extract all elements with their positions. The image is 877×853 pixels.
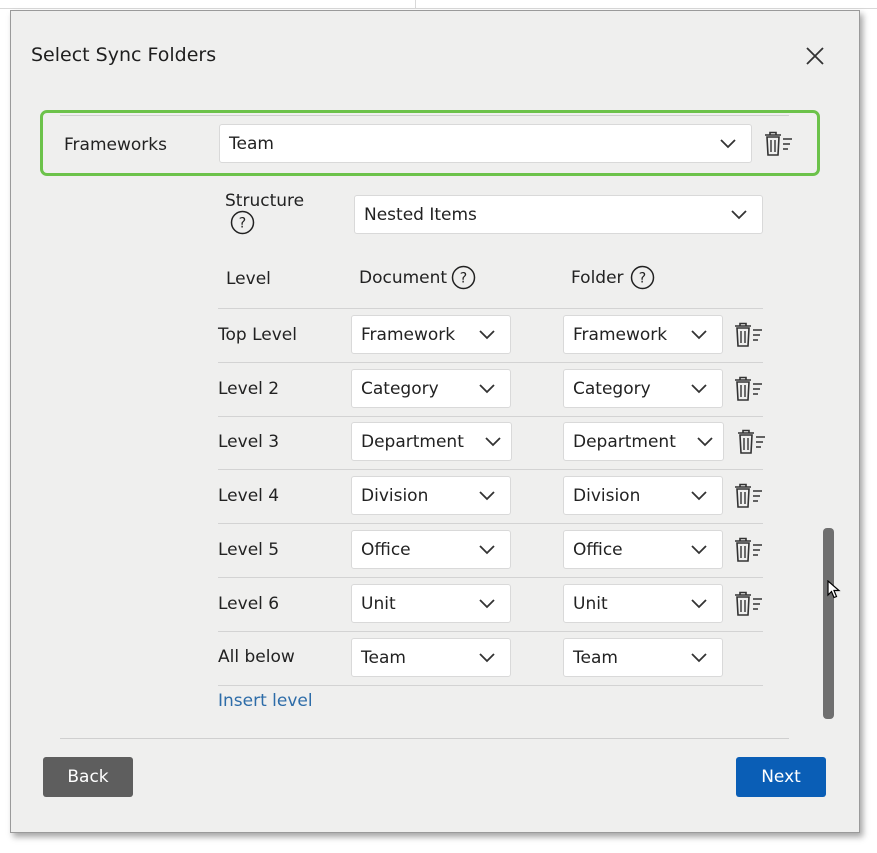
- document-level-value: Department: [361, 432, 464, 452]
- background-line: [415, 0, 416, 9]
- document-level-select[interactable]: Team: [351, 638, 511, 677]
- level-name: Level 4: [218, 486, 280, 506]
- delete-level-icon[interactable]: [733, 591, 763, 617]
- delete-framework-icon[interactable]: [763, 131, 793, 157]
- document-level-select[interactable]: Category: [351, 369, 511, 408]
- framework-select-value: Team: [229, 134, 274, 154]
- row-divider: [218, 469, 763, 470]
- chevron-down-icon: [485, 437, 501, 447]
- chevron-down-icon: [691, 384, 707, 394]
- svg-text:?: ?: [639, 271, 646, 287]
- delete-level-icon[interactable]: [733, 376, 763, 402]
- row-divider: [218, 416, 763, 417]
- svg-text:?: ?: [239, 216, 246, 232]
- divider: [60, 738, 789, 739]
- folder-column-header: Folder: [571, 268, 624, 288]
- document-level-value: Unit: [361, 594, 396, 614]
- chevron-down-icon: [691, 330, 707, 340]
- scrollbar-thumb[interactable]: [823, 528, 834, 719]
- folder-level-value: Framework: [573, 325, 668, 345]
- folder-level-select[interactable]: Division: [563, 476, 723, 515]
- close-icon[interactable]: [804, 45, 826, 67]
- row-divider: [218, 362, 763, 363]
- chevron-down-icon: [720, 139, 736, 149]
- document-level-value: Framework: [361, 325, 456, 345]
- structure-label: Structure: [225, 191, 305, 211]
- delete-level-icon[interactable]: [736, 429, 766, 455]
- mouse-cursor-icon: [827, 580, 841, 599]
- chevron-down-icon: [691, 599, 707, 609]
- document-level-value: Office: [361, 540, 411, 560]
- folder-level-value: Category: [573, 379, 651, 399]
- framework-label: Frameworks: [64, 135, 167, 155]
- folder-level-value: Unit: [573, 594, 608, 614]
- level-name: Level 2: [218, 379, 280, 399]
- back-button[interactable]: Back: [43, 757, 133, 797]
- document-help-icon[interactable]: ?: [451, 265, 476, 290]
- background-line: [0, 8, 877, 9]
- folder-level-value: Department: [573, 432, 676, 452]
- delete-level-icon[interactable]: [733, 483, 763, 509]
- folder-level-select[interactable]: Team: [563, 638, 723, 677]
- chevron-down-icon: [479, 599, 495, 609]
- folder-level-value: Office: [573, 540, 623, 560]
- document-level-value: Division: [361, 486, 429, 506]
- folder-level-select[interactable]: Category: [563, 369, 723, 408]
- level-name: All below: [218, 647, 295, 667]
- insert-level-link[interactable]: Insert level: [218, 691, 313, 711]
- row-divider: [218, 577, 763, 578]
- level-name: Top Level: [218, 325, 297, 345]
- folder-level-select[interactable]: Department: [563, 422, 724, 461]
- delete-level-icon[interactable]: [733, 537, 763, 563]
- framework-row: Frameworks Team: [40, 110, 820, 176]
- chevron-down-icon: [691, 545, 707, 555]
- document-column-header: Document: [359, 268, 448, 288]
- structure-select[interactable]: Nested Items: [354, 195, 763, 234]
- row-divider: [218, 308, 763, 309]
- level-column-header: Level: [226, 269, 271, 289]
- row-divider: [218, 685, 763, 686]
- row-divider: [218, 631, 763, 632]
- chevron-down-icon: [691, 653, 707, 663]
- chevron-down-icon: [691, 491, 707, 501]
- sync-folders-dialog: Select Sync Folders Frameworks Team Stru…: [10, 10, 860, 833]
- framework-select[interactable]: Team: [219, 124, 752, 163]
- document-level-select[interactable]: Office: [351, 530, 511, 569]
- document-level-select[interactable]: Unit: [351, 584, 511, 623]
- chevron-down-icon: [697, 437, 713, 447]
- document-level-select[interactable]: Division: [351, 476, 511, 515]
- level-name: Level 5: [218, 540, 280, 560]
- delete-level-icon[interactable]: [733, 322, 763, 348]
- dialog-title: Select Sync Folders: [31, 44, 217, 66]
- chevron-down-icon: [731, 210, 747, 220]
- chevron-down-icon: [479, 545, 495, 555]
- svg-text:?: ?: [460, 271, 467, 287]
- chevron-down-icon: [479, 491, 495, 501]
- document-level-select[interactable]: Framework: [351, 315, 511, 354]
- chevron-down-icon: [479, 330, 495, 340]
- folder-level-select[interactable]: Framework: [563, 315, 723, 354]
- level-name: Level 6: [218, 594, 280, 614]
- next-button[interactable]: Next: [736, 757, 826, 797]
- folder-level-select[interactable]: Office: [563, 530, 723, 569]
- folder-level-value: Division: [573, 486, 641, 506]
- document-level-value: Category: [361, 379, 439, 399]
- structure-select-value: Nested Items: [364, 205, 477, 225]
- chevron-down-icon: [479, 384, 495, 394]
- structure-help-icon[interactable]: ?: [230, 210, 255, 235]
- folder-level-select[interactable]: Unit: [563, 584, 723, 623]
- level-name: Level 3: [218, 432, 280, 452]
- document-level-select[interactable]: Department: [351, 422, 512, 461]
- document-level-value: Team: [361, 648, 406, 668]
- folder-level-value: Team: [573, 648, 618, 668]
- row-divider: [218, 523, 763, 524]
- folder-help-icon[interactable]: ?: [630, 265, 655, 290]
- chevron-down-icon: [479, 653, 495, 663]
